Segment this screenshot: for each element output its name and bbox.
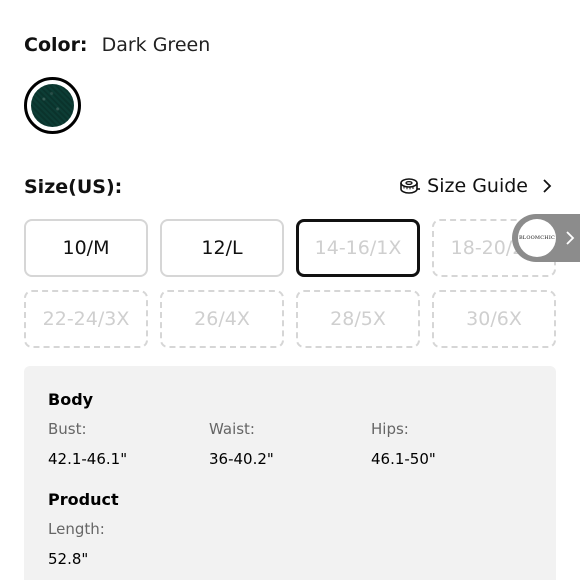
hips-value: 46.1-50" <box>371 450 436 468</box>
chevron-right-icon <box>566 231 575 245</box>
waist-label: Waist: <box>209 420 255 438</box>
size-guide-link[interactable]: Size Guide <box>399 173 554 199</box>
swatch-fill <box>31 84 74 127</box>
size-label: Size(US): <box>24 176 123 198</box>
color-row: Color: Dark Green <box>24 33 210 57</box>
size-option-26-4x[interactable]: 26/4X <box>160 290 284 348</box>
product-section-title: Product <box>48 490 119 509</box>
chevron-right-icon <box>543 179 552 193</box>
size-option-10-m[interactable]: 10/M <box>24 219 148 277</box>
brand-side-tab[interactable]: BLOOMCHIC <box>512 214 580 262</box>
length-value: 52.8" <box>48 550 89 568</box>
bust-label: Bust: <box>48 420 87 438</box>
color-swatch-dark-green[interactable] <box>24 77 81 134</box>
size-option-12-l[interactable]: 12/L <box>160 219 284 277</box>
length-label: Length: <box>48 520 105 538</box>
size-option-22-24-3x[interactable]: 22-24/3X <box>24 290 148 348</box>
color-value: Dark Green <box>101 34 211 56</box>
hips-label: Hips: <box>371 420 409 438</box>
size-option-28-5x[interactable]: 28/5X <box>296 290 420 348</box>
measurement-panel: Body Bust: 42.1-46.1" Waist: 36-40.2" Hi… <box>24 366 556 580</box>
size-option-14-16-1x[interactable]: 14-16/1X <box>296 219 420 277</box>
measuring-tape-icon <box>400 178 421 194</box>
waist-value: 36-40.2" <box>209 450 274 468</box>
brand-logo: BLOOMCHIC <box>518 219 556 257</box>
body-section-title: Body <box>48 390 94 409</box>
size-option-30-6x[interactable]: 30/6X <box>432 290 556 348</box>
bust-value: 42.1-46.1" <box>48 450 128 468</box>
color-label: Color: <box>24 34 88 56</box>
size-guide-label: Size Guide <box>427 175 528 197</box>
